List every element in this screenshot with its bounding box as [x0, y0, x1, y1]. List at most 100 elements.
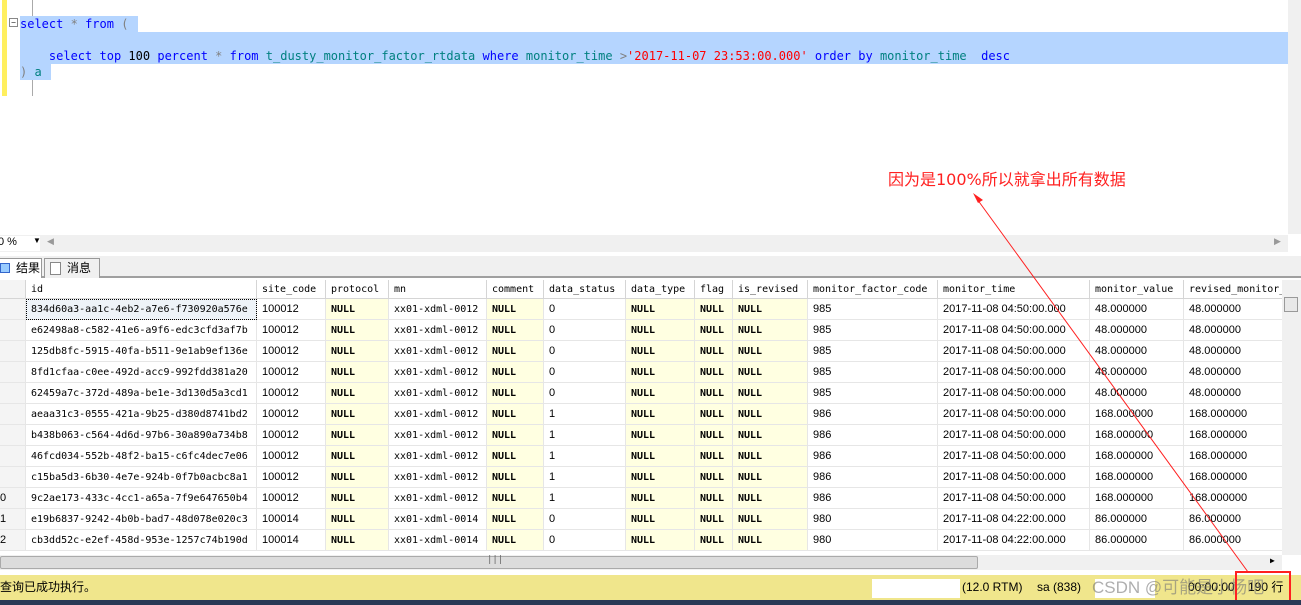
cell-null[interactable]: NULL [487, 425, 544, 446]
cell-status[interactable]: 1 [544, 425, 626, 446]
cell-mn[interactable]: xx01-xdml-0012 [389, 404, 487, 425]
cell-site[interactable]: 100012 [257, 467, 326, 488]
cell-mn[interactable]: xx01-xdml-0014 [389, 509, 487, 530]
cell-site[interactable]: 100014 [257, 530, 326, 551]
cell-null[interactable]: NULL [626, 488, 695, 509]
cell-revised[interactable]: 48.000000 [1184, 299, 1282, 320]
table-row[interactable]: e62498a8-c582-41e6-a9f6-edc3cfd3af7b 1000… [0, 320, 1282, 341]
cell-site[interactable]: 100012 [257, 341, 326, 362]
cell-id[interactable]: e62498a8-c582-41e6-a9f6-edc3cfd3af7b [26, 320, 257, 341]
cell-id[interactable]: e19b6837-9242-4b0b-bad7-48d078e020c3 [26, 509, 257, 530]
cell-mn[interactable]: xx01-xdml-0012 [389, 488, 487, 509]
cell-mn[interactable]: xx01-xdml-0014 [389, 530, 487, 551]
cell-revised[interactable]: 168.000000 [1184, 425, 1282, 446]
cell-null[interactable]: NULL [695, 446, 733, 467]
cell-null[interactable]: NULL [695, 362, 733, 383]
column-header[interactable]: mn [389, 280, 487, 299]
cell-status[interactable]: 1 [544, 488, 626, 509]
cell-code[interactable]: 986 [808, 404, 938, 425]
cell-null[interactable]: NULL [626, 341, 695, 362]
cell-revised[interactable]: 86.000000 [1184, 530, 1282, 551]
row-number[interactable] [0, 404, 26, 425]
cell-code[interactable]: 986 [808, 446, 938, 467]
cell-null[interactable]: NULL [733, 425, 808, 446]
cell-code[interactable]: 985 [808, 320, 938, 341]
cell-id[interactable]: b438b063-c564-4d6d-97b6-30a890a734b8 [26, 425, 257, 446]
cell-mn[interactable]: xx01-xdml-0012 [389, 383, 487, 404]
cell-null[interactable]: NULL [626, 320, 695, 341]
cell-revised[interactable]: 168.000000 [1184, 446, 1282, 467]
cell-time[interactable]: 2017-11-08 04:50:00.000 [938, 383, 1090, 404]
cell-value[interactable]: 48.000000 [1090, 383, 1184, 404]
cell-status[interactable]: 0 [544, 509, 626, 530]
cell-status[interactable]: 1 [544, 446, 626, 467]
scroll-left-icon[interactable]: ◀ [47, 236, 54, 247]
cell-revised[interactable]: 48.000000 [1184, 362, 1282, 383]
cell-null[interactable]: NULL [487, 530, 544, 551]
table-row[interactable]: 1 e19b6837-9242-4b0b-bad7-48d078e020c3 100… [0, 509, 1282, 530]
cell-time[interactable]: 2017-11-08 04:50:00.000 [938, 299, 1090, 320]
corner-cell[interactable] [0, 280, 26, 299]
cell-null[interactable]: NULL [487, 299, 544, 320]
cell-time[interactable]: 2017-11-08 04:22:00.000 [938, 509, 1090, 530]
cell-status[interactable]: 1 [544, 467, 626, 488]
cell-null[interactable]: NULL [733, 530, 808, 551]
scroll-thumb[interactable] [1284, 297, 1298, 312]
cell-null[interactable]: NULL [326, 383, 389, 404]
cell-null[interactable]: NULL [695, 299, 733, 320]
cell-value[interactable]: 48.000000 [1090, 341, 1184, 362]
cell-id[interactable]: 8fd1cfaa-c0ee-492d-acc9-992fdd381a20 [26, 362, 257, 383]
cell-null[interactable]: NULL [695, 467, 733, 488]
column-header[interactable]: monitor_value [1090, 280, 1184, 299]
cell-time[interactable]: 2017-11-08 04:50:00.000 [938, 341, 1090, 362]
cell-site[interactable]: 100012 [257, 446, 326, 467]
cell-value[interactable]: 48.000000 [1090, 320, 1184, 341]
cell-status[interactable]: 0 [544, 383, 626, 404]
cell-null[interactable]: NULL [626, 467, 695, 488]
cell-null[interactable]: NULL [695, 425, 733, 446]
row-number[interactable] [0, 446, 26, 467]
cell-code[interactable]: 986 [808, 425, 938, 446]
cell-null[interactable]: NULL [695, 404, 733, 425]
cell-id[interactable]: aeaa31c3-0555-421a-9b25-d380d8741bd2 [26, 404, 257, 425]
cell-site[interactable]: 100012 [257, 404, 326, 425]
cell-null[interactable]: NULL [487, 488, 544, 509]
cell-code[interactable]: 985 [808, 341, 938, 362]
table-row[interactable]: 125db8fc-5915-40fa-b511-9e1ab9ef136e 1000… [0, 341, 1282, 362]
table-row[interactable]: 46fcd034-552b-48f2-ba15-c6fc4dec7e06 1000… [0, 446, 1282, 467]
cell-code[interactable]: 985 [808, 299, 938, 320]
cell-status[interactable]: 0 [544, 320, 626, 341]
row-number[interactable] [0, 320, 26, 341]
column-header[interactable]: flag [695, 280, 733, 299]
table-row[interactable]: 0 9c2ae173-433c-4cc1-a65a-7f9e647650b4 100… [0, 488, 1282, 509]
row-number[interactable] [0, 425, 26, 446]
cell-null[interactable]: NULL [626, 509, 695, 530]
cell-null[interactable]: NULL [626, 425, 695, 446]
cell-time[interactable]: 2017-11-08 04:50:00.000 [938, 404, 1090, 425]
cell-value[interactable]: 168.000000 [1090, 488, 1184, 509]
cell-id[interactable]: 125db8fc-5915-40fa-b511-9e1ab9ef136e [26, 341, 257, 362]
row-number[interactable] [0, 362, 26, 383]
scroll-right-icon[interactable]: ▶ [1270, 556, 1275, 565]
cell-site[interactable]: 100012 [257, 488, 326, 509]
cell-value[interactable]: 48.000000 [1090, 299, 1184, 320]
column-header[interactable]: site_code [257, 280, 326, 299]
column-header[interactable]: is_revised [733, 280, 808, 299]
cell-null[interactable]: NULL [695, 383, 733, 404]
cell-null[interactable]: NULL [326, 362, 389, 383]
table-row[interactable]: b438b063-c564-4d6d-97b6-30a890a734b8 1000… [0, 425, 1282, 446]
cell-null[interactable]: NULL [733, 299, 808, 320]
cell-null[interactable]: NULL [695, 488, 733, 509]
cell-status[interactable]: 0 [544, 341, 626, 362]
cell-mn[interactable]: xx01-xdml-0012 [389, 320, 487, 341]
cell-null[interactable]: NULL [326, 488, 389, 509]
column-header[interactable]: comment [487, 280, 544, 299]
cell-mn[interactable]: xx01-xdml-0012 [389, 425, 487, 446]
cell-null[interactable]: NULL [326, 509, 389, 530]
cell-id[interactable]: 46fcd034-552b-48f2-ba15-c6fc4dec7e06 [26, 446, 257, 467]
cell-mn[interactable]: xx01-xdml-0012 [389, 362, 487, 383]
cell-time[interactable]: 2017-11-08 04:50:00.000 [938, 446, 1090, 467]
cell-site[interactable]: 100012 [257, 299, 326, 320]
row-number[interactable] [0, 299, 26, 320]
cell-null[interactable]: NULL [487, 320, 544, 341]
